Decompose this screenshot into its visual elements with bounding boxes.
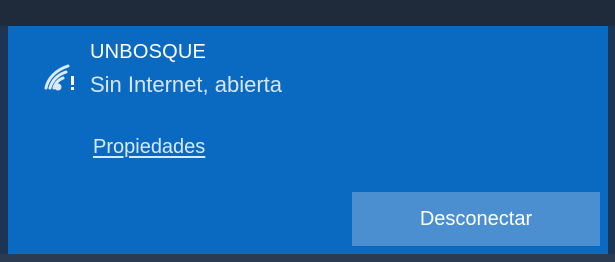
network-status: Sin Internet, abierta bbox=[90, 72, 283, 97]
wifi-warning-icon bbox=[38, 56, 80, 98]
disconnect-button[interactable]: Desconectar bbox=[352, 192, 600, 246]
properties-link[interactable]: Propiedades bbox=[93, 135, 205, 159]
wifi-network-panel: UNBOSQUE Sin Internet, abierta Propiedad… bbox=[8, 26, 608, 254]
taskbar-top-strip bbox=[0, 0, 615, 26]
network-name: UNBOSQUE bbox=[90, 41, 207, 63]
panel-bottom-strip bbox=[0, 254, 615, 262]
